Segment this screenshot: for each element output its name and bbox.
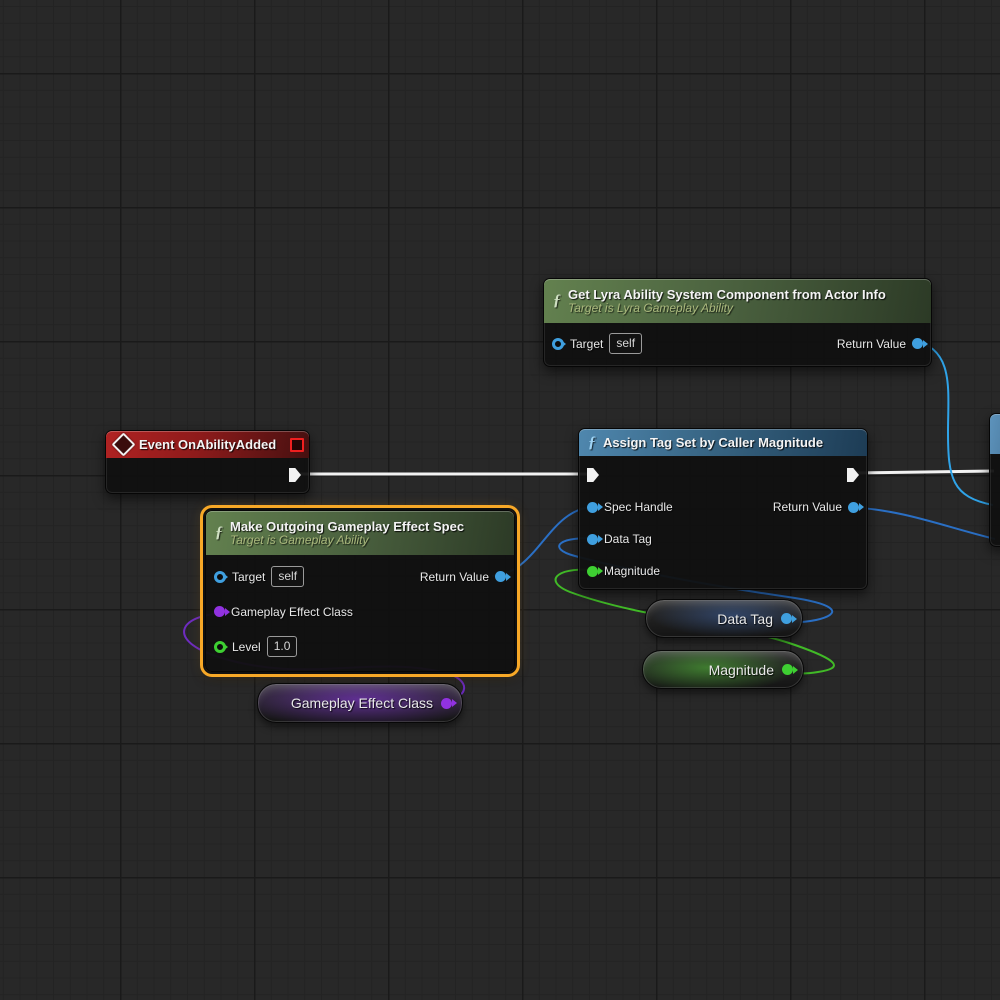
function-icon: ƒ bbox=[553, 293, 561, 309]
target-object-pin[interactable] bbox=[552, 338, 564, 350]
blueprint-graph-canvas[interactable]: ƒ Get Lyra Ability System Component from… bbox=[0, 0, 1000, 1000]
return-value-pin[interactable] bbox=[495, 571, 506, 582]
target-object-pin[interactable] bbox=[214, 571, 226, 583]
node-header[interactable]: ƒ Assign Tag Set by Caller Magnitude bbox=[579, 429, 867, 456]
node-header[interactable]: ƒ Get Lyra Ability System Component from… bbox=[544, 279, 931, 323]
node-subtitle: Target is Gameplay Ability bbox=[230, 533, 464, 547]
node-header[interactable]: ƒ Make Outgoing Gameplay Effect Spec Tar… bbox=[206, 511, 514, 555]
exec-out-pin[interactable] bbox=[289, 468, 301, 482]
magnitude-pin[interactable] bbox=[587, 566, 598, 577]
target-pin-label: Target bbox=[232, 570, 265, 584]
function-icon: ƒ bbox=[588, 435, 596, 451]
node-title: Make Outgoing Gameplay Effect Spec bbox=[230, 519, 464, 534]
node-title: Event OnAbilityAdded bbox=[139, 437, 276, 452]
event-icon bbox=[111, 432, 135, 456]
spec-handle-label: Spec Handle bbox=[604, 500, 673, 514]
variable-pill-magnitude[interactable]: Magnitude bbox=[642, 650, 804, 689]
node-subtitle: Target is Lyra Gameplay Ability bbox=[568, 301, 886, 315]
exec-in-pin[interactable] bbox=[587, 468, 599, 482]
node-event-on-ability-added[interactable]: Event OnAbilityAdded bbox=[105, 430, 310, 494]
level-value-field[interactable]: 1.0 bbox=[267, 636, 298, 657]
data-tag-label: Data Tag bbox=[604, 532, 652, 546]
exec-out-pin[interactable] bbox=[847, 468, 859, 482]
return-value-label: Return Value bbox=[420, 570, 489, 584]
variable-pill-data-tag[interactable]: Data Tag bbox=[645, 599, 803, 638]
pill-label: Gameplay Effect Class bbox=[291, 695, 433, 711]
gameplay-effect-class-output-pin[interactable] bbox=[441, 698, 452, 709]
magnitude-label: Magnitude bbox=[604, 564, 660, 578]
spec-handle-pin[interactable] bbox=[587, 502, 598, 513]
pill-label: Magnitude bbox=[709, 662, 774, 678]
node-title: Get Lyra Ability System Component from A… bbox=[568, 287, 886, 302]
data-tag-pin[interactable] bbox=[587, 534, 598, 545]
level-pin[interactable] bbox=[214, 641, 226, 653]
target-self-field[interactable]: self bbox=[271, 566, 304, 587]
function-icon: ƒ bbox=[215, 525, 223, 541]
return-value-label: Return Value bbox=[837, 337, 906, 351]
level-pin-label: Level bbox=[232, 640, 261, 654]
gameplay-effect-class-label: Gameplay Effect Class bbox=[231, 605, 353, 619]
variable-pill-gameplay-effect-class[interactable]: Gameplay Effect Class bbox=[257, 683, 463, 723]
return-value-pin[interactable] bbox=[912, 338, 923, 349]
node-header[interactable] bbox=[990, 414, 1000, 454]
node-partial-right-edge[interactable] bbox=[989, 413, 1000, 547]
node-header[interactable]: Event OnAbilityAdded bbox=[106, 431, 309, 458]
target-pin-label: Target bbox=[570, 337, 603, 351]
target-self-field[interactable]: self bbox=[609, 333, 642, 354]
pill-label: Data Tag bbox=[717, 611, 773, 627]
node-make-outgoing-gameplay-effect-spec[interactable]: ƒ Make Outgoing Gameplay Effect Spec Tar… bbox=[205, 510, 515, 672]
magnitude-output-pin[interactable] bbox=[782, 664, 793, 675]
override-indicator-icon bbox=[290, 438, 304, 452]
gameplay-effect-class-pin[interactable] bbox=[214, 606, 225, 617]
data-tag-output-pin[interactable] bbox=[781, 613, 792, 624]
return-value-pin[interactable] bbox=[848, 502, 859, 513]
node-title: Assign Tag Set by Caller Magnitude bbox=[603, 435, 823, 450]
node-get-lyra-ability-system-component[interactable]: ƒ Get Lyra Ability System Component from… bbox=[543, 278, 932, 367]
node-assign-tag-set-by-caller-magnitude[interactable]: ƒ Assign Tag Set by Caller Magnitude Spe… bbox=[578, 428, 868, 590]
return-value-label: Return Value bbox=[773, 500, 842, 514]
wire-assign-returnvalue[interactable] bbox=[849, 507, 995, 539]
wire-exec-assign-to-next[interactable] bbox=[852, 471, 994, 473]
